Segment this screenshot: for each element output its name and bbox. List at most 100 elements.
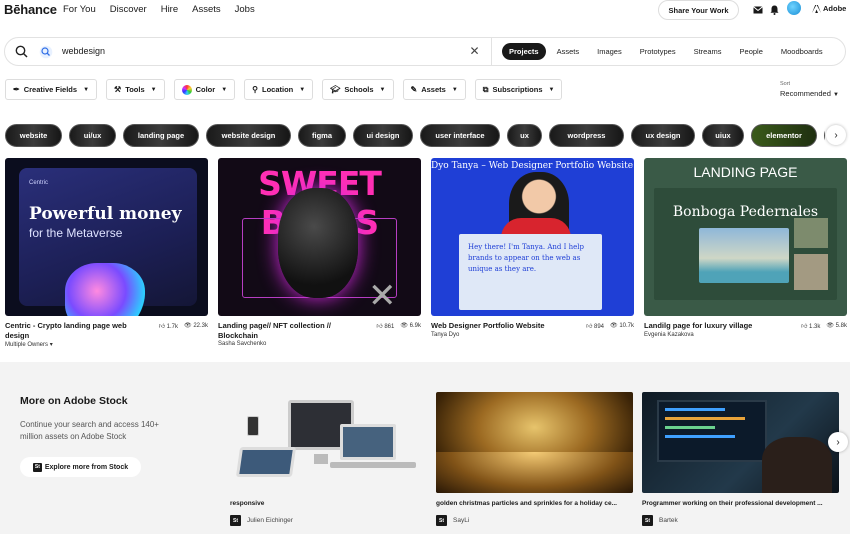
tab-assets[interactable]: Assets (550, 43, 587, 60)
adobe-stock-icon: St (642, 515, 653, 526)
filter-label: Creative Fields (23, 85, 78, 94)
project-owner-label: Multiple Owners (5, 342, 49, 348)
share-your-work-button[interactable]: Share Your Work (658, 0, 739, 20)
project-owner[interactable]: Multiple Owners ▾ (5, 341, 208, 348)
filter-location[interactable]: ⚲ Location ▼ (244, 79, 314, 100)
tag-pill[interactable]: website (5, 124, 62, 147)
search-input[interactable]: webdesign (62, 46, 105, 56)
tag-pill[interactable]: uiux (702, 124, 744, 147)
filter-creative-fields[interactable]: ✒ Creative Fields ▼ (5, 79, 98, 100)
explore-stock-button[interactable]: St Explore more from Stock (20, 457, 141, 477)
thumb-3d-shape (65, 263, 145, 316)
search-divider (491, 38, 492, 65)
stock-thumbnail[interactable] (642, 392, 839, 493)
tab-projects[interactable]: Projects (502, 43, 546, 60)
behance-logo[interactable]: Bēhance (4, 2, 57, 17)
tab-prototypes[interactable]: Prototypes (633, 43, 683, 60)
stock-author[interactable]: St Bartek (642, 515, 839, 526)
stock-thumbnail[interactable] (230, 392, 427, 493)
stock-title[interactable]: golden christmas particles and sprinkles… (436, 500, 633, 507)
project-owner[interactable]: Evgenia Kazakova (644, 332, 847, 338)
search-icon[interactable] (15, 45, 28, 58)
stock-title[interactable]: responsive (230, 500, 427, 507)
project-thumbnail[interactable]: Dyo Tanya – Web Designer Portfolio Websi… (431, 158, 634, 316)
project-stats: 👍︎ 861 👁︎ 6.9k (376, 322, 421, 330)
tab-moodboards[interactable]: Moodboards (774, 43, 830, 60)
project-stats: 👍︎ 1.3k 👁︎ 5.8k (801, 322, 847, 330)
project-thumbnail[interactable]: LANDING PAGE Bonboga Pedernales (644, 158, 847, 316)
nav-hire[interactable]: Hire (161, 4, 178, 15)
tab-images[interactable]: Images (590, 43, 629, 60)
color-wheel-icon (181, 84, 192, 95)
filter-assets[interactable]: ✎ Assets ▼ (402, 79, 466, 100)
top-navigation: Bēhance For You Discover Hire Assets Job… (0, 0, 850, 22)
tag-pill[interactable]: ux (507, 124, 542, 147)
nav-discover[interactable]: Discover (110, 4, 147, 15)
nav-for-you[interactable]: For You (63, 4, 96, 15)
project-title[interactable]: Web Designer Portfolio Website (431, 321, 561, 331)
stock-author[interactable]: St Julien Eichinger (230, 515, 427, 526)
chevron-down-icon: ▼ (221, 86, 228, 93)
bell-icon[interactable] (769, 4, 780, 15)
likes-value: 1.7k (166, 324, 179, 330)
project-owner[interactable]: Tanya Dyo (431, 332, 634, 338)
filter-label: Schools (344, 85, 374, 94)
filter-color[interactable]: Color ▼ (173, 79, 236, 100)
tag-pill[interactable]: figma (298, 124, 346, 147)
tag-pill-partial[interactable] (824, 124, 825, 147)
project-card[interactable]: Dyo Tanya – Web Designer Portfolio Websi… (431, 158, 634, 338)
tag-pill[interactable]: wordpress (549, 124, 624, 147)
location-pin-icon: ⚲ (252, 85, 258, 94)
project-title[interactable]: Centric - Crypto landing page web design (5, 321, 135, 340)
filter-subscriptions[interactable]: ⧉ Subscriptions ▼ (474, 79, 563, 100)
chevron-down-icon: ▼ (379, 86, 386, 93)
stock-card[interactable]: responsive St Julien Eichinger (230, 392, 427, 526)
project-title[interactable]: Landing page// NFT collection // Blockch… (218, 321, 348, 340)
stock-next-arrow-icon[interactable]: › (828, 432, 848, 452)
tab-streams[interactable]: Streams (687, 43, 729, 60)
tools-icon: ⚒ (114, 85, 122, 94)
stock-author[interactable]: St SayLi (436, 515, 633, 526)
project-owner[interactable]: Sasha Savchenko (218, 341, 421, 347)
stock-title[interactable]: Programmer working on their professional… (642, 500, 839, 507)
explore-stock-label: Explore more from Stock (44, 463, 129, 471)
stock-section-description: Continue your search and access 140+ mil… (20, 420, 159, 441)
clear-search-icon[interactable]: ✕ (468, 45, 481, 58)
project-card[interactable]: SWEET BEARS ✕ Landing page// NFT collect… (218, 158, 421, 347)
project-title[interactable]: Landilg page for luxury village (644, 321, 774, 331)
stock-thumbnail[interactable] (436, 392, 633, 493)
ai-search-icon (39, 45, 53, 59)
tag-pill[interactable]: elementor (751, 124, 817, 147)
filter-schools[interactable]: 🎓︎ Schools ▼ (322, 79, 394, 100)
related-tags: website ui/ux landing page website desig… (5, 124, 825, 148)
nav-jobs[interactable]: Jobs (235, 4, 255, 15)
stock-section-title: More on Adobe Stock (20, 395, 128, 407)
nav-assets[interactable]: Assets (192, 4, 221, 15)
sort-value: Recommended (780, 89, 831, 98)
stock-card[interactable]: golden christmas particles and sprinkles… (436, 392, 633, 526)
project-thumbnail[interactable]: SWEET BEARS ✕ (218, 158, 421, 316)
filter-tools[interactable]: ⚒ Tools ▼ (106, 79, 165, 100)
views-value: 6.9k (409, 323, 421, 329)
adobe-link[interactable]: Adobe (812, 4, 846, 13)
tag-pill[interactable]: ux design (631, 124, 695, 147)
tag-pill[interactable]: ui/ux (69, 124, 116, 147)
sort-dropdown[interactable]: Recommended ▼ (780, 89, 839, 98)
tag-pill[interactable]: landing page (123, 124, 199, 147)
project-card[interactable]: Centric Powerful money for the Metaverse… (5, 158, 208, 348)
thumb-brand: Centric (29, 180, 49, 186)
tag-pill[interactable]: website design (206, 124, 291, 147)
stock-card[interactable]: Programmer working on their professional… (642, 392, 839, 526)
mail-icon[interactable] (752, 4, 763, 15)
project-thumbnail[interactable]: Centric Powerful money for the Metaverse (5, 158, 208, 316)
tag-pill[interactable]: ui design (353, 124, 413, 147)
main-nav: For You Discover Hire Assets Jobs (63, 4, 269, 15)
stock-author-name: SayLi (453, 517, 470, 524)
project-card[interactable]: LANDING PAGE Bonboga Pedernales Landilg … (644, 158, 847, 338)
thumb-headline: LANDING PAGE (693, 164, 798, 180)
tablet-illustration (235, 447, 297, 477)
tab-people[interactable]: People (733, 43, 770, 60)
avatar[interactable] (787, 1, 801, 15)
tag-pill[interactable]: user interface (420, 124, 500, 147)
tags-next-arrow-icon[interactable]: › (826, 125, 846, 145)
